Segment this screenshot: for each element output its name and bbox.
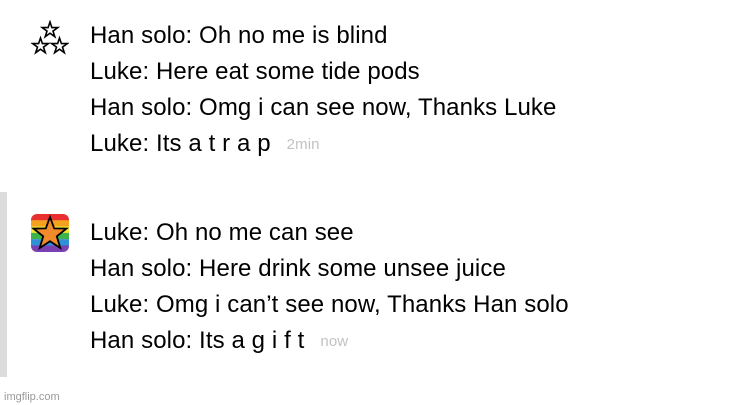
message-text: Han solo: Oh no me is blind Luke: Here e…: [90, 18, 556, 163]
message-line: Luke: Here eat some tide pods: [90, 58, 420, 85]
message-line: Han solo: Oh no me is blind: [90, 22, 388, 49]
selection-bar: [0, 192, 7, 377]
message-line: Luke: Oh no me can see: [90, 219, 354, 246]
message-line: Han solo: Omg i can see now, Thanks Luke: [90, 94, 557, 121]
message-group-2: Luke: Oh no me can see Han solo: Here dr…: [0, 192, 750, 377]
message-text: Luke: Oh no me can see Han solo: Here dr…: [90, 215, 569, 360]
message-line-text: Luke: Its a t r a p: [90, 130, 271, 157]
timestamp: now: [320, 333, 349, 350]
message-group-1: Han solo: Oh no me is blind Luke: Here e…: [0, 18, 750, 178]
timestamp: 2min: [286, 136, 320, 153]
message-line-text: Han solo: Its a g i f t: [90, 327, 305, 354]
rainbow-star-icon[interactable]: [30, 214, 70, 252]
watermark: imgflip.com: [4, 391, 60, 403]
message-line: Han solo: Here drink some unsee juice: [90, 255, 506, 282]
message-line: Luke: Omg i can’t see now, Thanks Han so…: [90, 291, 569, 318]
message-line: Han solo: Its a g i f t now: [90, 323, 569, 360]
three-stars-icon[interactable]: [30, 19, 70, 58]
message-line: Luke: Its a t r a p 2min: [90, 126, 556, 163]
